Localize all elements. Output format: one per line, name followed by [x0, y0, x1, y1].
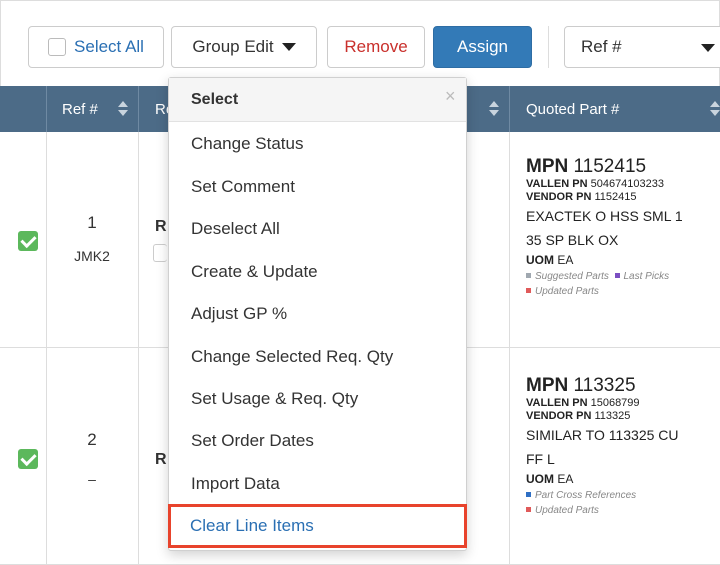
mpn-label: MPN: [526, 156, 569, 177]
remove-button[interactable]: Remove: [327, 26, 425, 68]
legend-line: Part Cross References: [526, 488, 720, 503]
menu-item-change-req-qty[interactable]: Change Selected Req. Qty: [169, 336, 466, 378]
dropdown-title: Select: [191, 91, 239, 108]
menu-item-change-status[interactable]: Change Status: [169, 123, 466, 165]
mpn-value[interactable]: 1152415: [574, 156, 647, 177]
row-ref-sub: JMK2: [74, 248, 110, 264]
menu-item-import-data[interactable]: Import Data: [169, 463, 466, 505]
uom-line: UOM EA: [526, 252, 720, 269]
menu-item-create-update[interactable]: Create & Update: [169, 251, 466, 293]
select-all-checkbox[interactable]: [48, 38, 67, 56]
ref-select[interactable]: Ref #: [564, 26, 720, 68]
vallen-pn-value: 15068799: [590, 397, 640, 409]
part-description: EXACTEK O HSS SML 1: [526, 208, 683, 224]
uom-value: EA: [557, 472, 574, 486]
square-icon: [526, 273, 531, 278]
header-divider: [138, 86, 139, 132]
quoted-part-cell: MPN 1152415 VALLEN PN 504674103233 VENDO…: [526, 156, 720, 299]
menu-item-deselect-all[interactable]: Deselect All: [169, 208, 466, 250]
vallen-pn-value: 504674103233: [590, 178, 665, 190]
menu-item-set-order-dates[interactable]: Set Order Dates: [169, 420, 466, 462]
header-quoted-part-label: Quoted Part #: [526, 100, 620, 118]
caret-down-icon: [701, 44, 715, 52]
menu-item-set-usage-req-qty[interactable]: Set Usage & Req. Qty: [169, 378, 466, 420]
row-checkbox-checked[interactable]: [18, 449, 38, 469]
uom-line: UOM EA: [526, 471, 720, 488]
uom-label: UOM: [526, 253, 554, 267]
vallen-pn-line: VALLEN PN 504674103233: [526, 178, 720, 191]
header-ref[interactable]: Ref #: [62, 86, 98, 132]
header-divider: [46, 86, 47, 132]
group-edit-dropdown: Select × Change Status Set Comment Desel…: [168, 77, 467, 551]
mpn-label: MPN: [526, 375, 569, 396]
row-ref-sub: –: [88, 471, 96, 487]
select-all-button[interactable]: Select All: [28, 26, 164, 68]
row-req-partial: R: [155, 218, 167, 235]
dropdown-header: Select ×: [169, 78, 466, 122]
header-quoted-part[interactable]: Quoted Part #: [526, 86, 619, 132]
vendor-pn-line: VENDOR PN 113325: [526, 410, 720, 423]
mpn-line: MPN 113325: [526, 375, 720, 397]
vendor-pn-line: VENDOR PN 1152415: [526, 191, 720, 204]
group-edit-label: Group Edit: [192, 37, 274, 56]
menu-item-adjust-gp[interactable]: Adjust GP %: [169, 293, 466, 335]
header-ref-label: Ref #: [62, 100, 98, 118]
row-req-tag: [153, 244, 167, 262]
vendor-pn-label: VENDOR PN: [526, 410, 592, 422]
column-divider: [46, 132, 47, 565]
legend-last-picks[interactable]: Last Picks: [624, 271, 670, 282]
close-icon[interactable]: ×: [445, 86, 456, 107]
caret-down-icon: [281, 43, 296, 51]
column-divider: [509, 132, 510, 565]
row-ref-number: 1: [87, 213, 97, 232]
menu-item-set-comment[interactable]: Set Comment: [169, 166, 466, 208]
mpn-line: MPN 1152415: [526, 156, 720, 178]
remove-label: Remove: [344, 37, 408, 56]
legend-updated-parts[interactable]: Updated Parts: [535, 505, 599, 516]
vallen-pn-label: VALLEN PN: [526, 178, 588, 190]
toolbar-divider: [548, 26, 549, 68]
legend-updated-parts[interactable]: Updated Parts: [535, 286, 599, 297]
square-icon: [526, 507, 531, 512]
legend-part-cross-references[interactable]: Part Cross References: [535, 490, 636, 501]
legend-suggested-parts[interactable]: Suggested Parts: [535, 271, 609, 282]
square-icon: [614, 273, 620, 278]
ref-select-value: Ref #: [581, 37, 622, 56]
uom-label: UOM: [526, 472, 554, 486]
vendor-pn-value: 1152415: [594, 191, 637, 203]
square-icon: [526, 288, 531, 293]
toolbar: Select All Group Edit Remove Assign Ref …: [0, 0, 720, 86]
part-description: SIMILAR TO 113325 CU: [526, 427, 679, 443]
part-description: 35 SP BLK OX: [526, 232, 619, 248]
mpn-value[interactable]: 113325: [574, 375, 636, 396]
legend-line: Suggested Parts Last Picks: [526, 269, 720, 284]
sort-icon[interactable]: [118, 101, 128, 117]
vendor-pn-label: VENDOR PN: [526, 191, 592, 203]
vendor-pn-value: 113325: [594, 410, 631, 422]
legend-line: Updated Parts: [526, 503, 720, 518]
sort-icon[interactable]: [489, 101, 499, 117]
row-req-partial: R: [155, 451, 167, 468]
vallen-pn-label: VALLEN PN: [526, 397, 588, 409]
sort-icon[interactable]: [710, 101, 720, 117]
select-all-label: Select All: [74, 37, 144, 56]
assign-button[interactable]: Assign: [433, 26, 532, 68]
menu-item-clear-line-items[interactable]: Clear Line Items: [168, 504, 467, 548]
row-checkbox-checked[interactable]: [18, 231, 38, 251]
square-icon: [526, 492, 531, 497]
row-ref-number: 2: [87, 430, 97, 449]
quoted-part-cell: MPN 113325 VALLEN PN 15068799 VENDOR PN …: [526, 375, 720, 518]
part-description: FF L: [526, 451, 555, 467]
group-edit-button[interactable]: Group Edit: [171, 26, 317, 68]
assign-label: Assign: [456, 37, 509, 56]
uom-value: EA: [557, 253, 574, 267]
column-divider: [138, 132, 139, 565]
header-divider: [509, 86, 510, 132]
vallen-pn-line: VALLEN PN 15068799: [526, 397, 720, 410]
legend-line: Updated Parts: [526, 284, 720, 299]
